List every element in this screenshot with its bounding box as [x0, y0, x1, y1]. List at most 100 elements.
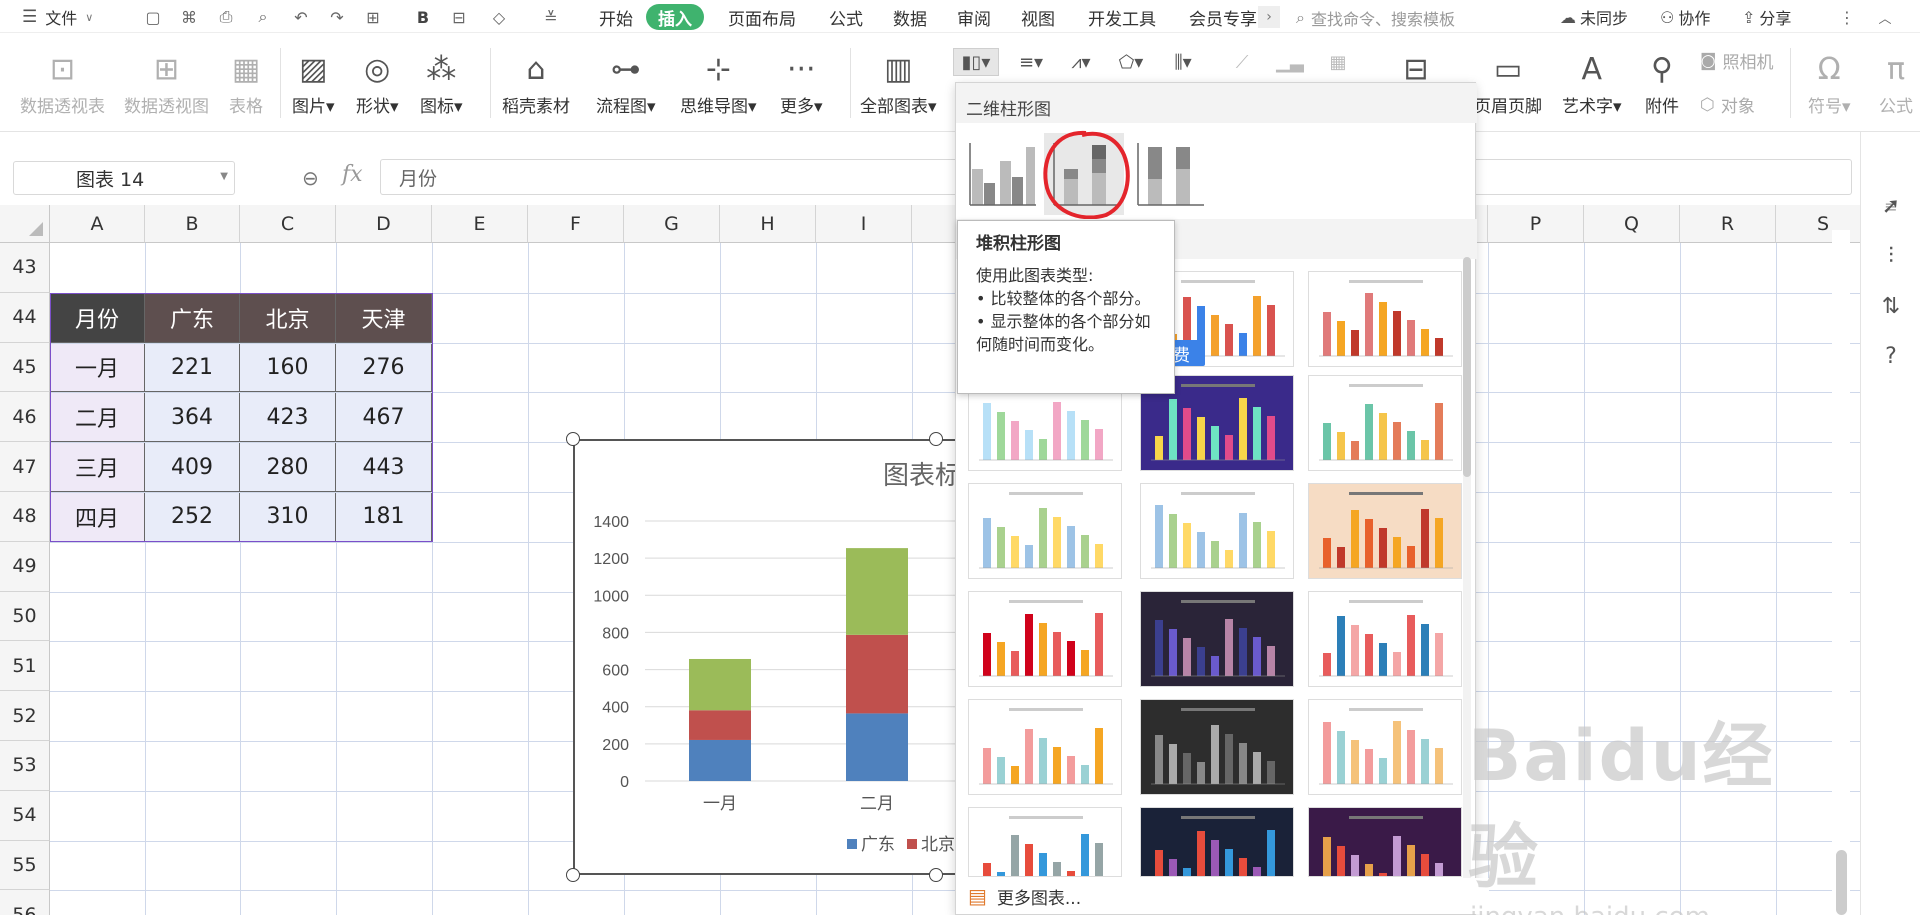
object-button[interactable]: ⬡ 对象	[1700, 92, 1755, 118]
sparkline-winloss-button[interactable]: ▦	[1318, 48, 1358, 76]
table-cell[interactable]: 252	[145, 493, 240, 542]
command-search[interactable]: ⌕ 查找命令、搜索模板	[1296, 6, 1496, 30]
chart-template-thumbnail[interactable]	[968, 591, 1122, 687]
share-button[interactable]: ⇪ 分享	[1742, 4, 1791, 30]
menu-scroll-right-icon[interactable]: ›	[1258, 6, 1280, 28]
header-footer-button[interactable]: ▭ 页眉页脚	[1474, 50, 1542, 118]
sparkline-line-button[interactable]: ⟋	[1222, 48, 1262, 76]
row-header-56[interactable]: 56	[0, 890, 50, 915]
column-header-s[interactable]: S	[1776, 205, 1871, 243]
pivot-chart-button[interactable]: ⊞ 数据透视图	[124, 50, 209, 118]
adjust-sliders-icon[interactable]: ⫶	[1877, 242, 1905, 270]
column-header-a[interactable]: A	[50, 205, 145, 243]
table-cell[interactable]: 160	[240, 343, 336, 393]
row-header-44[interactable]: 44	[0, 292, 50, 343]
help-icon[interactable]: ?	[1877, 342, 1905, 370]
table-header-cell[interactable]: 广东	[145, 293, 240, 343]
table-cell[interactable]: 364	[145, 393, 240, 443]
row-header-53[interactable]: 53	[0, 741, 50, 791]
column-header-p[interactable]: P	[1488, 205, 1584, 243]
radar-chart-button[interactable]: ⬠▾	[1108, 48, 1154, 76]
percent-stacked-column-option[interactable]	[1136, 139, 1206, 209]
table-cell[interactable]: 四月	[50, 493, 145, 542]
stock-chart-button[interactable]: ⫼▾	[1160, 48, 1206, 76]
row-header-55[interactable]: 55	[0, 840, 50, 891]
column-header-e[interactable]: E	[432, 205, 528, 243]
menu-insert[interactable]: 插入	[646, 4, 704, 30]
row-header-45[interactable]: 45	[0, 342, 50, 393]
menu-view[interactable]: 视图	[1018, 4, 1058, 30]
table-cell[interactable]: 280	[240, 443, 336, 492]
menu-home[interactable]: 开始	[594, 4, 638, 30]
row-header-52[interactable]: 52	[0, 691, 50, 741]
menu-formulas[interactable]: 公式	[826, 4, 866, 30]
undo-icon[interactable]: ↶	[290, 6, 312, 28]
collapse-ribbon-icon[interactable]: ︿	[1874, 6, 1896, 28]
chart-template-thumbnail[interactable]	[1308, 807, 1462, 877]
column-header-h[interactable]: H	[720, 205, 816, 243]
column-header-r[interactable]: R	[1680, 205, 1776, 243]
chart-template-thumbnail[interactable]	[1140, 699, 1294, 795]
print-preview-icon[interactable]: ⌕	[252, 6, 274, 28]
chart-template-thumbnail[interactable]	[1140, 483, 1294, 579]
fx-icon[interactable]: fx	[342, 162, 363, 187]
chart-template-thumbnail[interactable]	[1308, 591, 1462, 687]
pivot-table-button[interactable]: ⊡ 数据透视表	[20, 50, 105, 118]
row-header-50[interactable]: 50	[0, 591, 50, 642]
chart-template-thumbnail[interactable]	[968, 483, 1122, 579]
table-button[interactable]: ▦ 表格	[226, 50, 266, 118]
customize-toolbar-icon[interactable]: ≚	[540, 6, 562, 28]
name-box[interactable]: 图表 14 ▼	[13, 161, 235, 195]
all-charts-button[interactable]: ▥ 全部图表▾	[860, 50, 937, 118]
chart-template-thumbnail[interactable]	[1308, 375, 1462, 471]
resize-handle-top[interactable]	[929, 432, 943, 446]
table-header-cell[interactable]: 月份	[50, 293, 145, 343]
menu-page-layout[interactable]: 页面布局	[725, 4, 799, 30]
table-cell[interactable]: 409	[145, 443, 240, 492]
table-cell[interactable]: 443	[336, 443, 432, 492]
attachment-button[interactable]: ⚲ 附件	[1642, 50, 1682, 118]
table-cell[interactable]: 423	[240, 393, 336, 443]
table-cell[interactable]: 310	[240, 493, 336, 542]
chart-template-thumbnail[interactable]	[968, 699, 1122, 795]
column-header-g[interactable]: G	[624, 205, 720, 243]
chart-template-thumbnail[interactable]	[1308, 483, 1462, 579]
format-painter-icon[interactable]: ⌘	[178, 6, 200, 28]
column-header-f[interactable]: F	[528, 205, 624, 243]
more-insert-button[interactable]: ··· 更多▾	[780, 50, 823, 118]
table-cell[interactable]: 181	[336, 493, 432, 542]
table-header-cell[interactable]: 天津	[336, 293, 432, 343]
bold-icon[interactable]: B	[412, 6, 434, 28]
more-options-icon[interactable]: ⋮	[1836, 6, 1858, 28]
table-cell[interactable]: 三月	[50, 443, 145, 492]
cursor-pointer-icon[interactable]: ➚	[1877, 192, 1905, 220]
chart-template-thumbnail[interactable]	[968, 807, 1122, 877]
menu-review[interactable]: 审阅	[954, 4, 994, 30]
table-header-cell[interactable]: 北京	[240, 293, 336, 343]
column-header-d[interactable]: D	[336, 205, 432, 243]
chart-template-thumbnail[interactable]	[1140, 807, 1294, 877]
chart-filter-icon[interactable]: ⇅	[1877, 292, 1905, 320]
clustered-column-option[interactable]	[968, 139, 1038, 209]
flowchart-button[interactable]: ⊶ 流程图▾	[596, 50, 656, 118]
camera-button[interactable]: ◙ 照相机	[1700, 48, 1774, 74]
bar-chart-button[interactable]: ≡▾	[1008, 48, 1054, 76]
more-charts-link[interactable]: ▤ 更多图表...	[968, 878, 1489, 914]
row-header-47[interactable]: 47	[0, 442, 50, 492]
docer-material-button[interactable]: ⌂ 稻壳素材	[502, 50, 570, 118]
collaborate-button[interactable]: ⚇ 协作	[1660, 4, 1710, 30]
chart-template-thumbnail[interactable]	[1308, 699, 1462, 795]
zoom-search-icon[interactable]: ⊖	[302, 166, 319, 190]
file-menu-button[interactable]: ☰ 文件 ∨	[22, 4, 93, 30]
shapes-button[interactable]: ◎ 形状▾	[356, 50, 399, 118]
column-header-b[interactable]: B	[145, 205, 240, 243]
fill-color-icon[interactable]: ◇	[488, 6, 510, 28]
table-cell[interactable]: 一月	[50, 343, 145, 393]
symbol-button[interactable]: Ω 符号▾	[1808, 50, 1851, 118]
sync-status-button[interactable]: ☁ 未同步	[1560, 4, 1628, 30]
column-header-c[interactable]: C	[240, 205, 336, 243]
resize-handle-bottom[interactable]	[929, 868, 943, 882]
print-icon[interactable]: ⎙	[215, 6, 237, 28]
column-chart-button[interactable]: ▮▯▾	[953, 48, 999, 76]
icons-button[interactable]: ⁂ 图标▾	[420, 50, 463, 118]
